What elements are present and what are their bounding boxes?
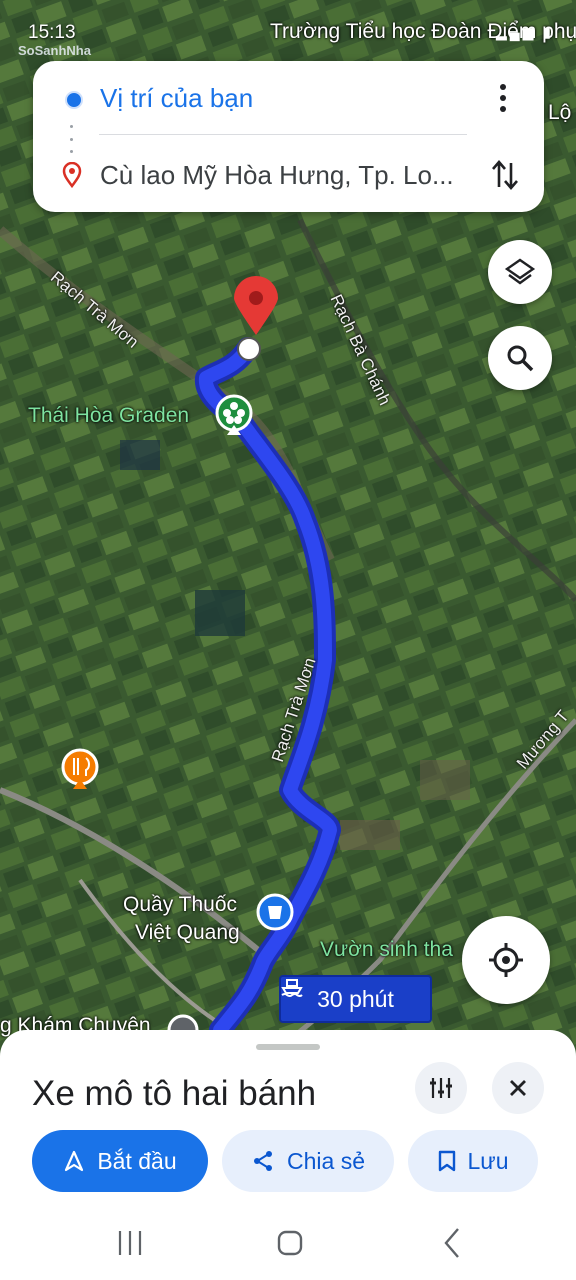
route-options-button[interactable] [415,1062,467,1114]
drag-handle[interactable] [256,1044,320,1050]
swap-vert-icon[interactable] [490,157,520,193]
close-icon [510,1080,526,1096]
status-time: 15:13 [28,22,76,43]
search-button[interactable] [488,326,552,390]
navigation-arrow-icon [65,1150,84,1172]
my-location-button[interactable] [462,916,550,1004]
eta-text: 30 phút [317,985,394,1012]
destination-pin-icon [62,162,82,188]
layers-icon [504,258,536,285]
destination-field[interactable]: Cù lao Mỹ Hòa Hưng, Tp. Lo... [100,160,470,191]
origin-field[interactable]: Vị trí của bạn [100,83,253,114]
watermark: SoSanhNha [18,43,91,58]
status-icons: ▂▄▆ ▮ [495,24,554,40]
tune-icon [430,1078,452,1098]
share-icon [254,1151,272,1171]
start-button-label: Bắt đầu [97,1147,177,1174]
map-label-lo: Lộ [548,101,572,124]
save-button-label: Lưu [467,1147,509,1174]
eta-badge[interactable]: 30 phút [279,975,432,1023]
share-button[interactable]: Chia sẻ [222,1130,394,1192]
close-button[interactable] [492,1062,544,1114]
bookmark-icon [438,1150,455,1172]
my-location-icon [489,943,523,977]
layers-button[interactable] [488,240,552,304]
travel-mode-title: Xe mô tô hai bánh [32,1074,317,1113]
status-bar: 15:13 SoSanhNha Trường Tiểu học Đoàn Điể… [0,0,576,64]
directions-card: Vị trí của bạn Cù lao Mỹ Hòa Hưng, Tp. L… [33,61,544,212]
divider [99,134,467,135]
start-button[interactable]: Bắt đầu [32,1130,208,1192]
map-label-viet-quang[interactable]: Việt Quang [135,921,240,945]
more-vert-icon[interactable] [492,81,514,115]
recent-apps-icon[interactable] [117,1223,143,1263]
home-icon[interactable] [276,1223,304,1263]
boat-icon [281,979,303,997]
search-icon [507,345,534,372]
origin-dot-icon [65,91,83,109]
share-button-label: Chia sẻ [287,1147,365,1174]
map-label-vuon-sinh-thai[interactable]: Vườn sinh tha [320,938,453,962]
back-icon[interactable] [440,1223,464,1263]
route-dots-icon [70,125,74,153]
save-button[interactable]: Lưu [408,1130,538,1192]
system-nav-bar [0,1205,576,1280]
map-label-quay-thuoc[interactable]: Quầy Thuốc [123,893,237,917]
map-label-thai-hoa-garden[interactable]: Thái Hòa Graden [28,404,189,428]
